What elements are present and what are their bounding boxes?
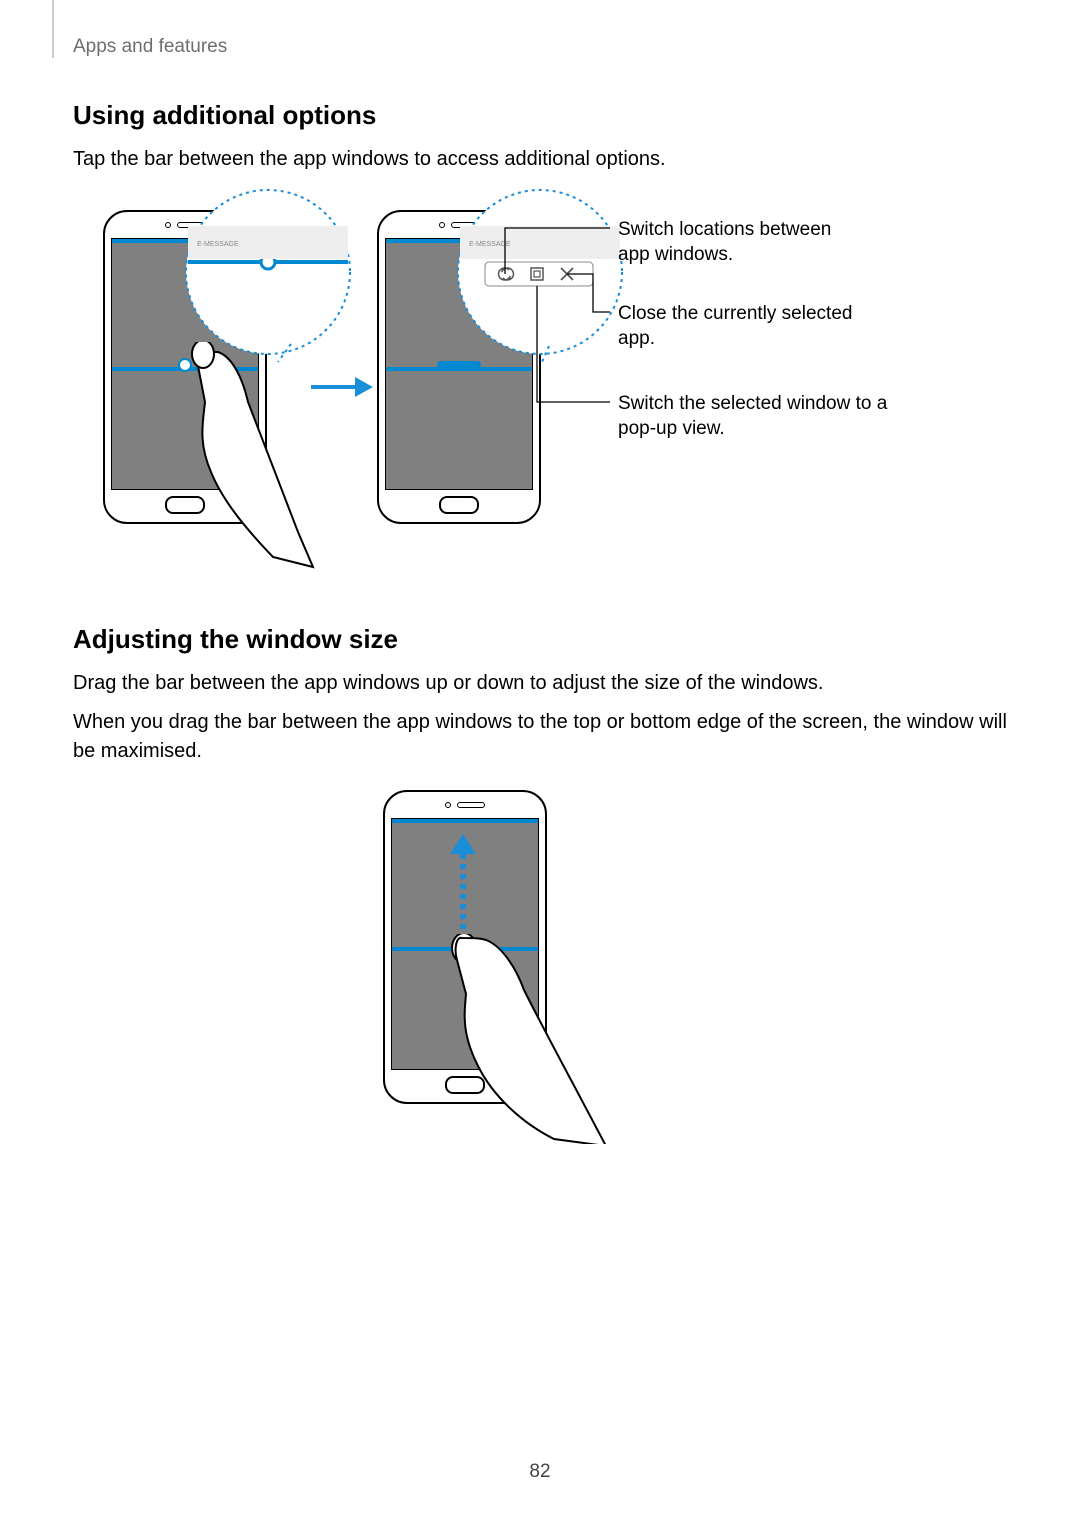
header-tab-mark bbox=[52, 0, 54, 58]
callout-close-app: Close the currently selected app. bbox=[618, 301, 888, 351]
figure-additional-options: E-MESSAGE bbox=[73, 192, 1007, 584]
callout-popup-view: Switch the selected window to a pop-up v… bbox=[618, 391, 888, 441]
section1-heading: Using additional options bbox=[73, 100, 1007, 131]
svg-text:E-MESSAGE: E-MESSAGE bbox=[197, 241, 239, 248]
section2-heading: Adjusting the window size bbox=[73, 624, 1007, 655]
phone-top-bar bbox=[385, 792, 545, 818]
running-header: Apps and features bbox=[73, 36, 227, 58]
page-number: 82 bbox=[0, 1461, 1080, 1483]
figure-window-size bbox=[73, 784, 1007, 1144]
svg-text:E-MESSAGE: E-MESSAGE bbox=[469, 241, 511, 248]
section2-body2: When you drag the bar between the app wi… bbox=[73, 708, 1007, 766]
home-button-icon bbox=[439, 496, 479, 514]
hand-pointer-icon bbox=[163, 342, 323, 572]
section1-body: Tap the bar between the app windows to a… bbox=[73, 145, 1007, 174]
section2-body1: Drag the bar between the app windows up … bbox=[73, 669, 1007, 698]
magnifier-right: E-MESSAGE bbox=[435, 186, 645, 396]
callout-switch-locations: Switch locations between app windows. bbox=[618, 217, 868, 267]
page-content: Using additional options Tap the bar bet… bbox=[73, 100, 1007, 1144]
arrow-up-icon bbox=[448, 834, 478, 944]
arrow-right-icon bbox=[307, 372, 375, 402]
hand-drag-icon bbox=[446, 934, 626, 1144]
